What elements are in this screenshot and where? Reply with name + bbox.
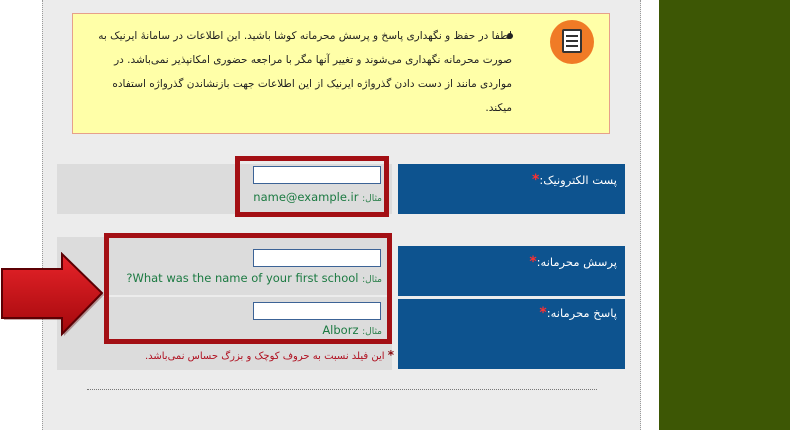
example-value: What was the name of your first school? [126,271,359,285]
example-label: مثال: [362,194,382,204]
email-field[interactable] [253,166,381,184]
pointer-arrow-icon [1,252,104,337]
required-mark: * [539,305,547,321]
answer-label-cell: پاسخ محرمانه:* [398,299,625,369]
answer-label: پاسخ محرمانه: [546,306,617,320]
hint-text: این فیلد نسبت به حروف کوچک و بزرگ حساس ن… [144,351,385,362]
example-label: مثال: [362,275,382,285]
divider [87,389,597,390]
question-example: مثال: What was the name of your first sc… [112,271,382,285]
right-sidebar-band [659,0,790,430]
question-label-cell: پرسش محرمانه:* [398,246,625,296]
example-label: مثال: [362,327,382,337]
example-value: name@example.ir [253,190,359,204]
hint-star: * [387,348,394,362]
required-mark: * [529,254,537,270]
question-label: پرسش محرمانه: [536,255,617,269]
email-label-cell: پست الکترونیک:* [398,164,625,214]
secret-answer-field[interactable] [253,302,381,320]
answer-example: مثال: Alborz [244,323,382,337]
email-example: مثال: name@example.ir [244,190,382,204]
notice-text: لطفا در حفظ و نگهداری پاسخ و پرسش محرمان… [98,30,512,114]
left-margin [0,0,42,430]
example-value: Alborz [322,323,359,337]
document-icon [550,20,594,64]
secret-question-field[interactable] [253,249,381,267]
case-insensitive-hint: * این فیلد نسبت به حروف کوچک و بزرگ حساس… [98,348,394,362]
email-label: پست الکترونیک: [539,173,617,187]
